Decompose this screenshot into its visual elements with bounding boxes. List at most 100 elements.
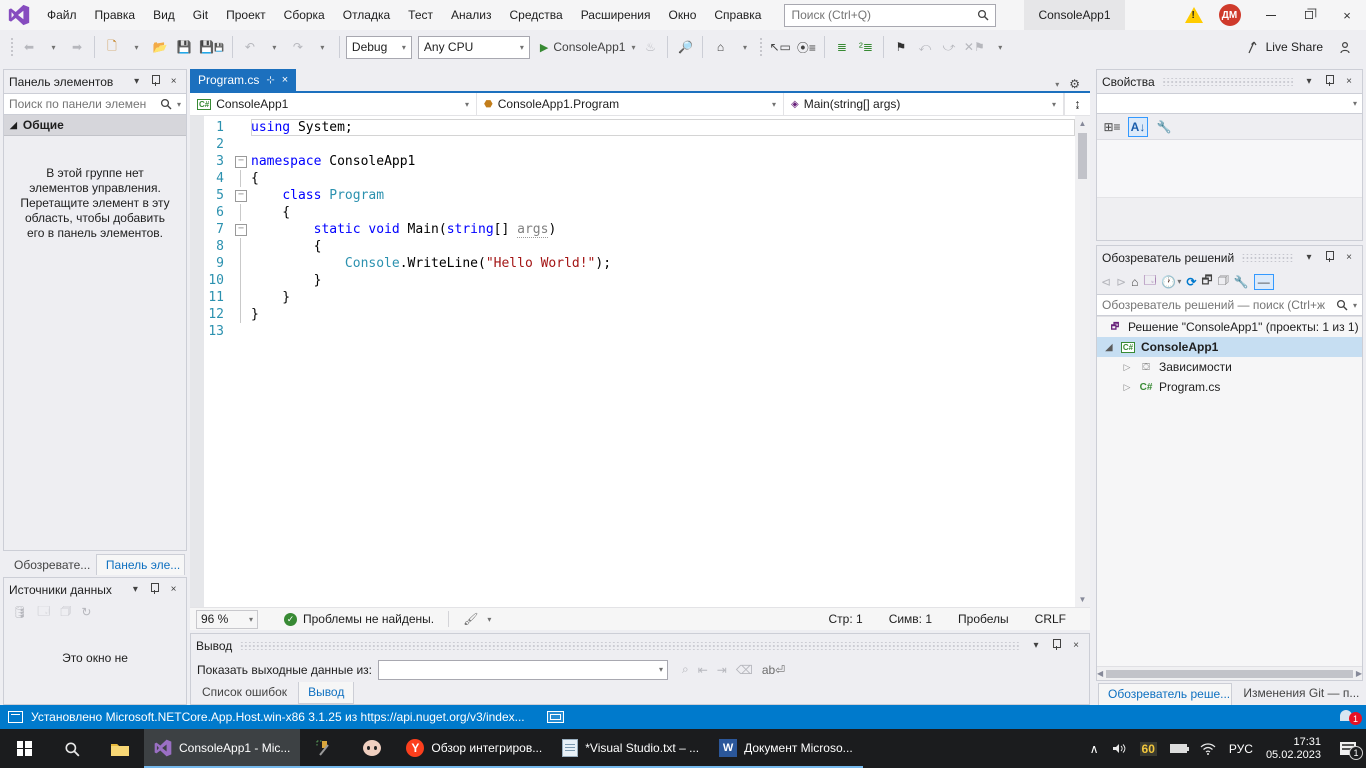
toolbox-group-general[interactable]: ◢ Общие: [4, 115, 186, 136]
toolbox-search-input[interactable]: [9, 97, 156, 111]
find-in-files-icon[interactable]: 🔎: [674, 35, 696, 59]
goto-next-message-icon[interactable]: ⇥: [717, 663, 727, 677]
pending-changes-filter-icon[interactable]: 🕐▾: [1161, 275, 1181, 289]
code-line[interactable]: 4{: [190, 170, 1075, 187]
solution-platform-combo[interactable]: Any CPU▾: [418, 36, 530, 59]
se-wrench-icon[interactable]: 🔧: [1234, 275, 1249, 289]
tab-output[interactable]: Вывод: [298, 682, 354, 704]
data-sources-window-menu-icon[interactable]: ▾: [128, 584, 143, 595]
output-pin-icon[interactable]: [1048, 639, 1064, 653]
code-cleanup-dropdown-icon[interactable]: ▾: [487, 615, 491, 624]
solution-search-box[interactable]: ▾: [1097, 294, 1362, 316]
menu-git[interactable]: Git: [184, 0, 217, 30]
code-surface[interactable]: 1using System;23namespace ConsoleApp14{5…: [190, 116, 1075, 607]
menu-build[interactable]: Сборка: [275, 0, 334, 30]
taskbar-word-button[interactable]: W Документ Microso...: [709, 729, 863, 768]
code-line[interactable]: 11 }: [190, 289, 1075, 306]
code-line[interactable]: 10 }: [190, 272, 1075, 289]
expanded-triangle-icon[interactable]: ◢: [1103, 342, 1115, 353]
code-line[interactable]: 13: [190, 323, 1075, 340]
document-health-indicator[interactable]: ✓ Проблемы не найдены.: [284, 612, 434, 626]
scrollbar-thumb[interactable]: [1106, 670, 1353, 678]
toolbox-window-menu-icon[interactable]: ▾: [129, 76, 144, 87]
code-text[interactable]: namespace ConsoleApp1: [251, 153, 1075, 170]
scroll-right-icon[interactable]: ▶: [1356, 666, 1362, 681]
menu-extensions[interactable]: Расширения: [572, 0, 660, 30]
toolbox-pin-icon[interactable]: [148, 75, 163, 89]
toggle-bookmark-icon[interactable]: ⚑: [890, 35, 912, 59]
line-number[interactable]: 10: [190, 272, 236, 289]
data-sources-close-icon[interactable]: ×: [166, 584, 181, 595]
line-number[interactable]: 5: [190, 187, 236, 204]
menu-analyze[interactable]: Анализ: [442, 0, 501, 30]
line-indicator[interactable]: Стр: 1: [829, 612, 863, 626]
code-text[interactable]: [251, 136, 1075, 153]
sync-with-active-document-icon[interactable]: ↖▭: [767, 35, 792, 59]
toolbox-close-icon[interactable]: ×: [166, 76, 181, 87]
code-line[interactable]: 2: [190, 136, 1075, 153]
tab-solution-explorer[interactable]: Обозреватель реше...: [1098, 683, 1232, 705]
scrollbar-thumb[interactable]: [1078, 133, 1087, 179]
scroll-up-icon[interactable]: ▲: [1079, 116, 1087, 131]
clear-output-icon[interactable]: ⌫: [736, 663, 753, 677]
file-explorer-button[interactable]: [96, 729, 144, 768]
line-number[interactable]: 12: [190, 306, 236, 323]
solution-explorer-pin-icon[interactable]: [1321, 251, 1337, 265]
line-number[interactable]: 6: [190, 204, 236, 221]
spaces-indicator[interactable]: Пробелы: [958, 612, 1009, 626]
fold-collapse-icon[interactable]: [236, 221, 251, 238]
close-button[interactable]: ×: [1328, 0, 1366, 30]
toolbar-grip[interactable]: [10, 37, 14, 57]
refresh-data-source-icon[interactable]: ↻: [81, 605, 91, 619]
redo-icon[interactable]: ↷: [287, 35, 309, 59]
redo-dropdown-icon[interactable]: ▾: [311, 35, 333, 59]
menu-edit[interactable]: Правка: [86, 0, 145, 30]
code-text[interactable]: }: [251, 306, 1075, 323]
code-line[interactable]: 7 static void Main(string[] args): [190, 221, 1075, 238]
code-line[interactable]: 8 {: [190, 238, 1075, 255]
solution-search-input[interactable]: [1102, 298, 1332, 312]
menu-file[interactable]: Файл: [38, 0, 86, 30]
tab-toolbox[interactable]: Панель эле...: [96, 554, 185, 575]
line-number[interactable]: 8: [190, 238, 236, 255]
edit-data-source-icon[interactable]: 🗔: [37, 602, 50, 623]
tab-pin-icon[interactable]: ⊹: [266, 75, 274, 86]
code-text[interactable]: static void Main(string[] args): [251, 221, 1075, 238]
menu-help[interactable]: Справка: [705, 0, 770, 30]
tab-list-dropdown-icon[interactable]: ▾: [1055, 80, 1059, 89]
solution-explorer-home-icon[interactable]: ⌂: [709, 35, 731, 59]
account-avatar[interactable]: ДМ: [1219, 4, 1241, 26]
tab-server-explorer[interactable]: Обозревате...: [5, 555, 94, 575]
editor-vertical-scrollbar[interactable]: ▲ ▼: [1075, 116, 1090, 607]
code-cleanup-broom-icon[interactable]: 🖌: [463, 612, 478, 626]
tree-item-program-cs[interactable]: ▷ C# Program.cs: [1097, 377, 1362, 397]
split-window-button[interactable]: ↨: [1064, 93, 1090, 115]
new-project-icon[interactable]: 🗋: [101, 35, 123, 59]
tree-item-project[interactable]: ◢ C# ConsoleApp1: [1097, 337, 1362, 357]
code-text[interactable]: Console.WriteLine("Hello World!");: [251, 255, 1075, 272]
data-sources-pin-icon[interactable]: [147, 583, 162, 597]
line-number[interactable]: 4: [190, 170, 236, 187]
tray-chevron-icon[interactable]: ∧: [1090, 742, 1099, 756]
code-text[interactable]: {: [251, 170, 1075, 187]
taskbar-yandex-button[interactable]: Y Обзор интегриров...: [396, 729, 552, 768]
code-line[interactable]: 12}: [190, 306, 1075, 323]
nav-member-combo[interactable]: ◈ Main(string[] args) ▾: [784, 93, 1064, 115]
code-line[interactable]: 3namespace ConsoleApp1: [190, 153, 1075, 170]
collapsed-triangle-icon[interactable]: ▷: [1121, 362, 1133, 373]
previous-bookmark-icon[interactable]: ⤺: [914, 35, 936, 59]
code-text[interactable]: }: [251, 272, 1075, 289]
start-button[interactable]: [0, 729, 48, 768]
tab-program-cs[interactable]: Program.cs ⊹ ×: [190, 69, 296, 91]
nav-project-combo[interactable]: C# ConsoleApp1 ▾: [190, 93, 477, 115]
language-indicator[interactable]: РУС: [1229, 742, 1253, 756]
code-text[interactable]: class Program: [251, 187, 1075, 204]
line-number[interactable]: 11: [190, 289, 236, 306]
taskbar-game-button[interactable]: [348, 729, 396, 768]
document-outline-icon[interactable]: ⦿≡: [795, 35, 818, 59]
menu-project[interactable]: Проект: [217, 0, 275, 30]
zoom-level-combo[interactable]: 96 %▾: [196, 610, 258, 629]
code-line[interactable]: 9 Console.WriteLine("Hello World!");: [190, 255, 1075, 272]
nav-type-combo[interactable]: ⬣ ConsoleApp1.Program ▾: [477, 93, 784, 115]
collapse-all-icon[interactable]: 🗗: [1201, 271, 1212, 292]
